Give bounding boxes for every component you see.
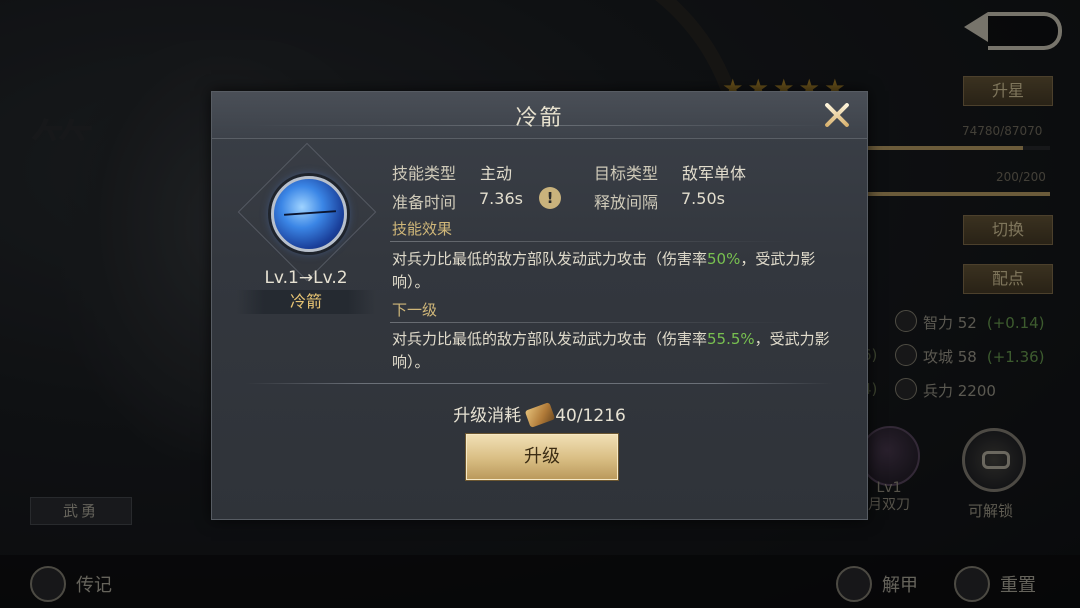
close-x-icon[interactable] [823,101,851,129]
cast-interval-value: 7.50s [681,189,725,208]
arrow-skill-icon [271,176,347,252]
skill-scroll-icon [524,402,556,428]
skill-type-label: 技能类型 [392,164,457,183]
divider [246,383,832,384]
upgrade-cost: 升级消耗 40/1216 [212,401,867,428]
info-icon[interactable]: ! [539,187,561,209]
next-level-label: 下一级 [392,301,438,319]
next-effect-text: 对兵力比最低的敌方部队发动武力攻击（伤害率55.5%，受武力影响）。 [392,330,830,371]
prep-time-label: 准备时间 [392,193,457,212]
upgrade-button[interactable]: 升级 [466,434,618,480]
skill-type-value: 主动 [480,164,513,183]
prep-time-value: 7.36s [479,189,523,208]
skill-name: 冷箭 [236,290,376,314]
skill-upgrade-dialog: 冷箭 Lv.1→Lv.2 冷箭 技能类型 主动 目标类型 敌军单体 准备时间 7… [211,91,868,520]
effect-label: 技能效果 [392,220,453,238]
cast-interval-label: 释放间隔 [594,193,659,212]
target-type-value: 敌军单体 [682,164,747,183]
divider [390,241,790,242]
current-effect-text: 对兵力比最低的敌方部队发动武力攻击（伤害率50%，受武力影响）。 [392,250,816,291]
dialog-header: 冷箭 [212,92,867,139]
divider [390,322,790,323]
target-type-label: 目标类型 [594,164,659,183]
skill-level: Lv.1→Lv.2 [264,268,348,288]
dialog-title: 冷箭 [515,106,564,131]
